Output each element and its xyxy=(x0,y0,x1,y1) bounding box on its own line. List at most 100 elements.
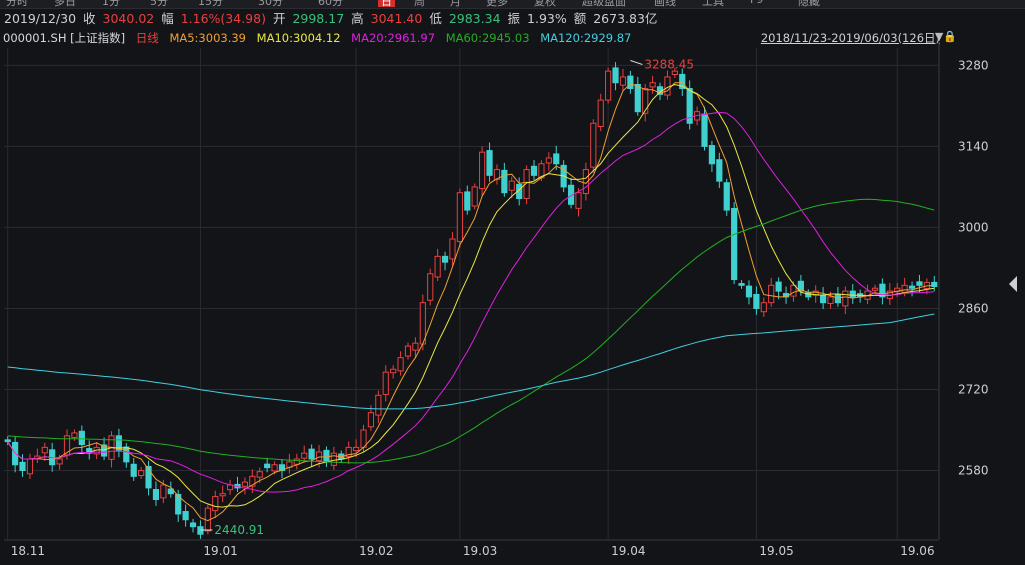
candle-body xyxy=(323,449,330,462)
high-marker xyxy=(630,59,643,65)
candle-body xyxy=(412,342,419,351)
ma60-line xyxy=(7,198,935,464)
candle-body xyxy=(4,439,11,443)
candle-body xyxy=(160,484,167,499)
candle-body xyxy=(189,522,197,528)
candle-body xyxy=(19,461,26,472)
high-label: 3288.45 xyxy=(644,57,694,71)
candle-body xyxy=(501,169,508,194)
y-tick-label: 3000 xyxy=(958,220,989,234)
candle-body xyxy=(901,284,908,293)
candle-body xyxy=(41,446,48,454)
candle-body xyxy=(545,157,552,164)
candle-body xyxy=(293,458,300,465)
candle-body xyxy=(671,70,678,76)
candle-body xyxy=(26,458,34,475)
candle-body xyxy=(56,458,63,465)
candle-body xyxy=(723,182,730,211)
candle-body xyxy=(642,88,649,114)
candle-body xyxy=(434,255,441,278)
candle-body xyxy=(71,432,78,438)
candle-body xyxy=(849,290,856,298)
candle-body xyxy=(708,145,716,165)
candle-body xyxy=(745,285,753,298)
y-tick-label: 3140 xyxy=(958,139,989,153)
candle-body xyxy=(264,463,271,469)
candle-body xyxy=(486,150,493,176)
candle-body xyxy=(649,82,656,88)
candle-body xyxy=(353,446,360,452)
y-tick-label: 2580 xyxy=(958,464,989,478)
candle-body xyxy=(775,281,782,292)
candle-body xyxy=(508,180,515,191)
candle-body xyxy=(449,238,456,260)
candle-body xyxy=(908,285,916,289)
candle-body xyxy=(530,165,538,176)
candlestick-chart[interactable]: 2580 2720 2860 3000 3140 3280 18.11 19.01 19.02 1… xyxy=(0,0,1025,562)
candle-body xyxy=(605,70,612,101)
candle-body xyxy=(256,471,263,478)
candle-body xyxy=(397,357,404,372)
x-tick-label: 19.01 xyxy=(203,544,237,558)
candle-body xyxy=(627,75,634,90)
low-label: 2440.91 xyxy=(214,523,264,537)
candle-body xyxy=(301,452,308,459)
candle-body xyxy=(597,99,604,127)
x-tick-label: 19.05 xyxy=(759,544,793,558)
candle-body xyxy=(612,67,619,84)
candle-body xyxy=(241,481,249,487)
candle-body xyxy=(456,192,463,242)
candle-body xyxy=(716,159,723,182)
candle-body xyxy=(619,76,627,86)
side-control[interactable] xyxy=(995,0,1025,562)
x-tick-label: 19.02 xyxy=(359,544,393,558)
candle-body xyxy=(479,151,486,190)
candle-body xyxy=(738,283,745,286)
candle-body xyxy=(820,294,827,304)
candle-body xyxy=(464,191,471,211)
candle-body xyxy=(78,430,85,445)
candle-body xyxy=(390,368,397,374)
candle-body xyxy=(441,255,449,263)
candle-body xyxy=(367,412,375,428)
candle-body xyxy=(575,192,582,209)
candle-body xyxy=(590,122,597,168)
x-tick-label: 19.04 xyxy=(611,544,645,558)
candle-body xyxy=(760,302,767,313)
candle-body xyxy=(916,281,923,286)
y-tick-label: 2720 xyxy=(958,383,989,397)
candle-body xyxy=(753,293,760,309)
candle-body xyxy=(427,273,434,301)
y-tick-label: 3280 xyxy=(958,58,989,72)
candle-body xyxy=(471,186,478,207)
candle-body xyxy=(701,113,708,147)
ma120-line xyxy=(7,313,935,410)
candle-body xyxy=(842,290,849,307)
candle-body xyxy=(271,464,278,472)
candle-body xyxy=(219,493,226,497)
y-tick-label: 2860 xyxy=(958,301,989,315)
collapse-arrow-icon xyxy=(1009,276,1017,292)
candle-body xyxy=(871,287,879,291)
candle-body xyxy=(790,284,797,297)
candle-body xyxy=(664,76,671,96)
candle-body xyxy=(634,83,641,113)
candle-body xyxy=(731,207,738,281)
x-tick-label: 18.11 xyxy=(11,544,45,558)
candle-body xyxy=(123,446,130,463)
candle-body xyxy=(152,489,160,500)
x-tick-label: 19.03 xyxy=(463,544,497,558)
candle-body xyxy=(768,284,775,304)
candle-body xyxy=(130,463,137,477)
candle-body xyxy=(182,511,189,521)
candle-body xyxy=(382,371,389,395)
candle-body xyxy=(553,153,560,165)
candle-body xyxy=(212,496,219,512)
candle-body xyxy=(404,345,412,357)
candle-body xyxy=(138,470,145,477)
ma20-line xyxy=(7,111,935,493)
candle-body xyxy=(375,394,382,416)
candle-body xyxy=(330,452,337,466)
x-tick-label: 19.06 xyxy=(900,544,934,558)
candle-body xyxy=(308,448,315,460)
